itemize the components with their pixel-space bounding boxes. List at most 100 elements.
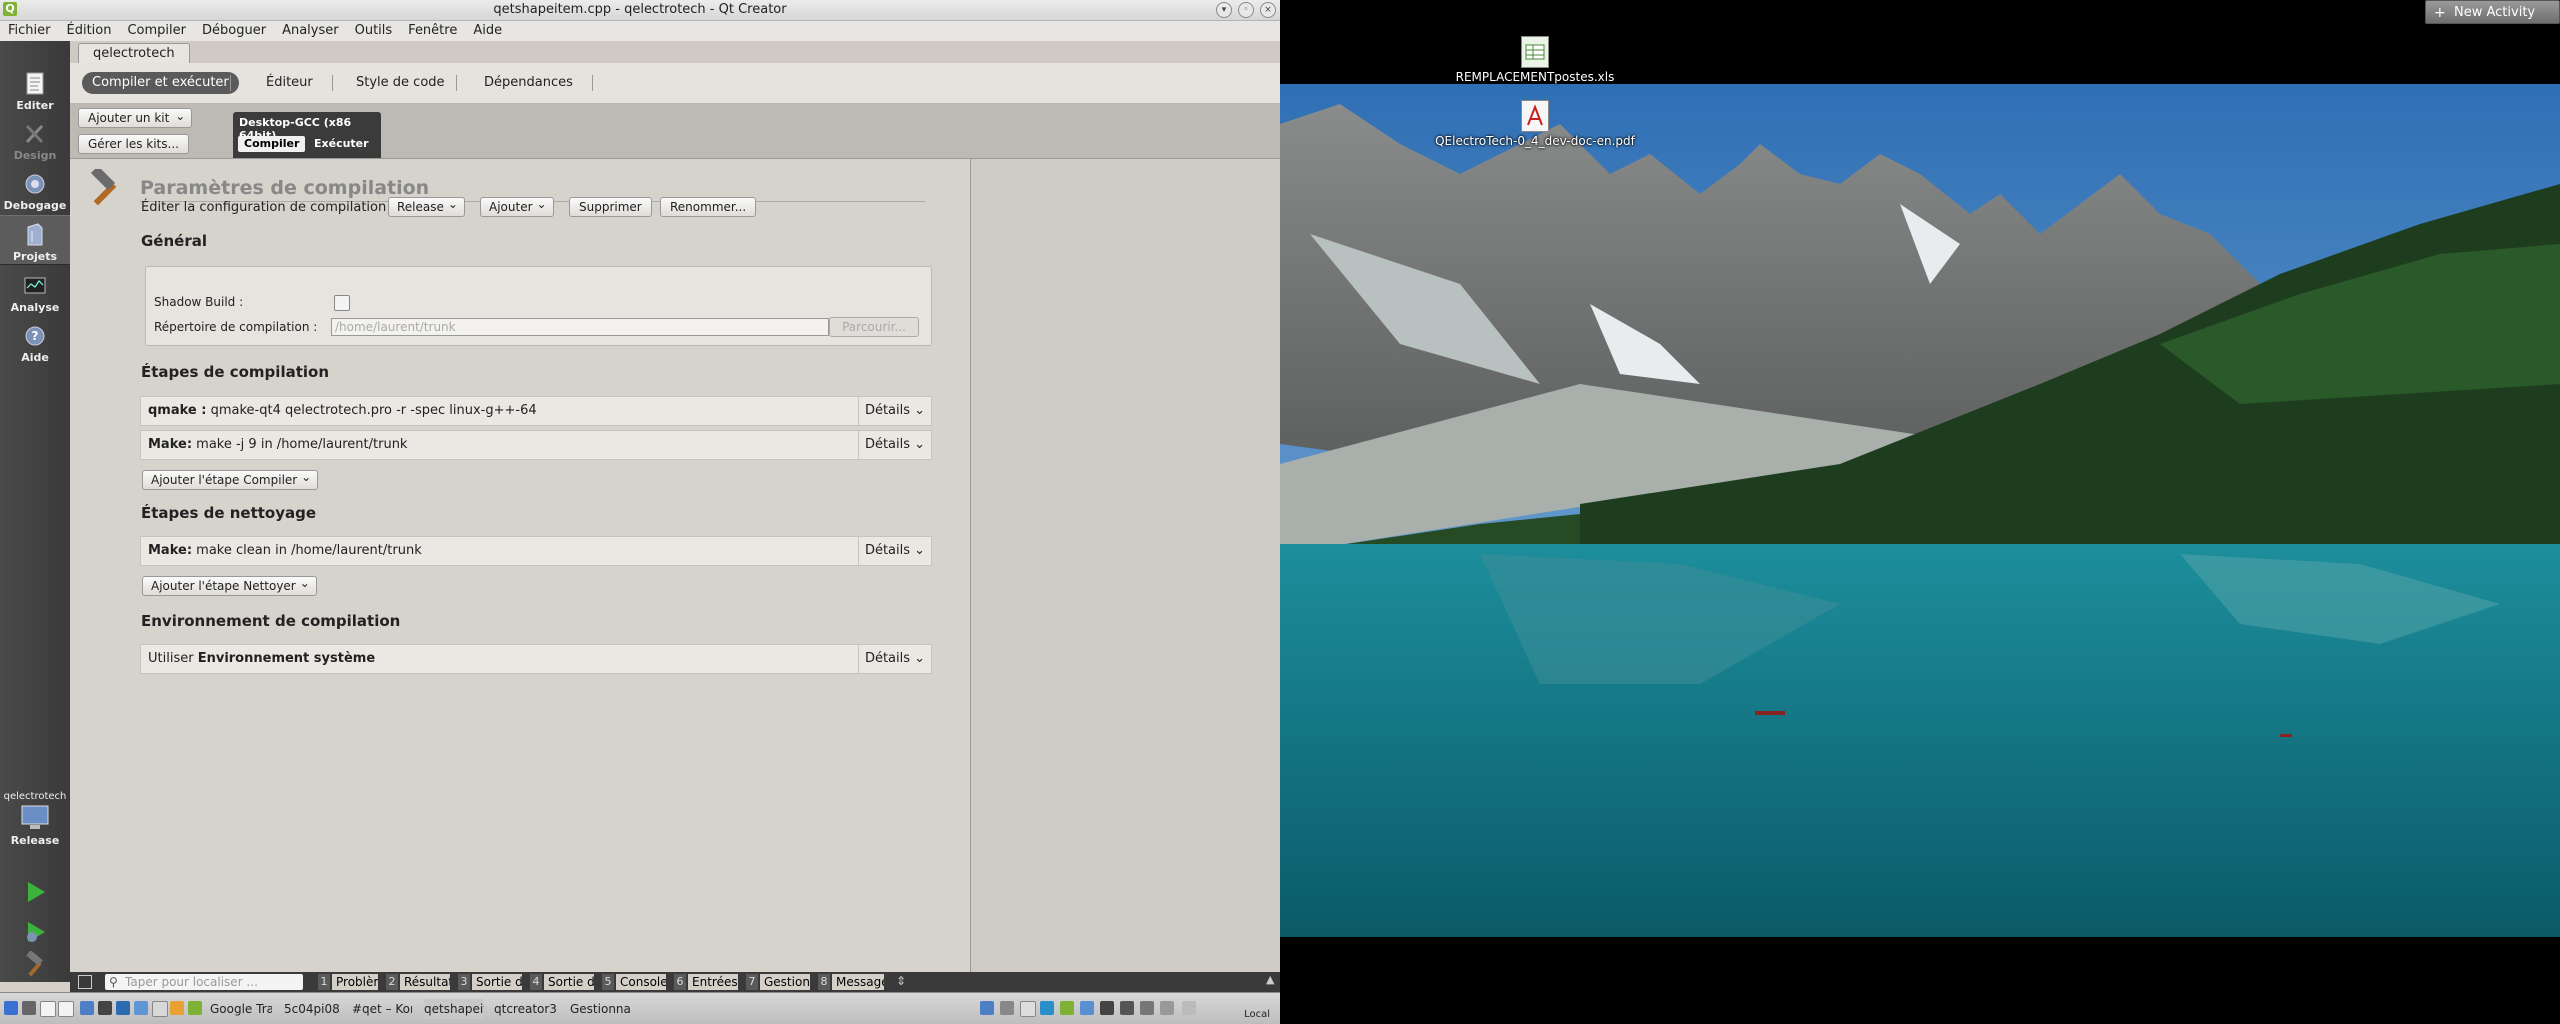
- menu-deboguer[interactable]: Déboguer: [194, 21, 274, 41]
- qtcreator-launcher-icon[interactable]: [188, 1001, 202, 1015]
- close-icon[interactable]: ×: [1260, 2, 1276, 18]
- desktop-icon-spreadsheet[interactable]: REMPLACEMENTpostes.xls: [1430, 36, 1640, 84]
- terminal-icon[interactable]: [98, 1001, 112, 1015]
- mode-design[interactable]: Design: [0, 115, 70, 163]
- kit-tab-run[interactable]: Exécuter: [308, 136, 375, 152]
- clean-step-name: Make:: [148, 543, 193, 558]
- add-kit-button[interactable]: Ajouter un kit ⌄: [78, 108, 193, 128]
- output-tab-version-control[interactable]: 7Gestion de ...: [746, 972, 810, 992]
- tray-user-icon[interactable]: [1182, 1001, 1196, 1015]
- tray-power-icon[interactable]: [1160, 1001, 1174, 1015]
- menu-analyser[interactable]: Analyser: [274, 21, 347, 41]
- output-tab-label: Entrées TO...: [688, 974, 738, 990]
- maximize-icon[interactable]: ◦: [1238, 2, 1254, 18]
- task-qtcreator-active[interactable]: qetshapeit: [424, 999, 484, 1019]
- add-build-step-button[interactable]: Ajouter l'étape Compiler: [142, 468, 319, 490]
- run-icon[interactable]: [20, 877, 50, 907]
- file-manager-icon[interactable]: [80, 1001, 94, 1015]
- menu-fichier[interactable]: Fichier: [0, 21, 59, 41]
- tab-build-run[interactable]: Compiler et exécuter: [82, 72, 239, 94]
- desktop[interactable]: + New Activity REMPLACEMENTpostes.xls QE…: [1280, 0, 2560, 1024]
- web-browser-icon[interactable]: [134, 1001, 148, 1015]
- mode-debug[interactable]: Debogage: [0, 165, 70, 213]
- tray-klipper-icon[interactable]: [1000, 1001, 1014, 1015]
- mode-analyze[interactable]: Analyse: [0, 267, 70, 315]
- maximize-pane-icon[interactable]: ▲: [1266, 973, 1274, 986]
- task-konversation[interactable]: #qet – Kon: [352, 999, 412, 1019]
- sidebar-toggle-icon[interactable]: [78, 975, 92, 989]
- tray-network-icon[interactable]: [980, 1001, 994, 1015]
- firefox-icon[interactable]: [170, 1001, 184, 1015]
- desktop-2-icon[interactable]: [58, 1001, 74, 1017]
- mode-edit[interactable]: Editer: [0, 65, 70, 113]
- konversation-icon[interactable]: [116, 1001, 130, 1015]
- tray-battery-icon[interactable]: [1060, 1001, 1074, 1015]
- tab-code-style[interactable]: Style de code: [346, 72, 455, 94]
- output-tab-search-results[interactable]: 2Résultat de...: [386, 972, 450, 992]
- menu-compiler[interactable]: Compiler: [119, 21, 194, 41]
- target-config: Release: [10, 834, 60, 847]
- tab-separator: [592, 75, 593, 91]
- output-tab-compile-output[interactable]: 4Sortie de c...: [530, 972, 594, 992]
- tray-volume-icon[interactable]: [1120, 1001, 1134, 1015]
- build-step-name: qmake :: [148, 403, 207, 418]
- menubar: Fichier Édition Compiler Déboguer Analys…: [0, 21, 1280, 41]
- details-button[interactable]: Détails ⌄: [858, 645, 931, 673]
- desktop-icon-pdf[interactable]: QElectroTech-0_4_dev-doc-en.pdf: [1430, 100, 1640, 148]
- mode-help[interactable]: ? Aide: [0, 317, 70, 365]
- build-config-combo[interactable]: Release: [388, 195, 465, 217]
- new-activity-button[interactable]: + New Activity: [2425, 0, 2560, 24]
- tray-tools-icon[interactable]: [1100, 1001, 1114, 1015]
- details-button[interactable]: Détails ⌄: [858, 431, 931, 459]
- build-step-summary: qmake : qmake-qt4 qelectrotech.pro -r -s…: [148, 403, 537, 418]
- browse-button[interactable]: Parcourir...: [829, 317, 919, 337]
- output-tab-label: Console QM...: [616, 974, 666, 990]
- minimize-icon[interactable]: ▾: [1216, 2, 1232, 18]
- output-tab-qml-console[interactable]: 5Console QM...: [602, 972, 666, 992]
- output-tabs-scroll-icon[interactable]: ⇕: [896, 974, 906, 988]
- tray-notes-icon[interactable]: [1020, 1001, 1036, 1017]
- mode-projects[interactable]: Projets: [0, 215, 70, 265]
- output-tab-app-output[interactable]: 3Sortie de l'...: [458, 972, 522, 992]
- desktop-1-icon[interactable]: [40, 1001, 56, 1017]
- menu-edition[interactable]: Édition: [59, 21, 120, 41]
- menu-outils[interactable]: Outils: [347, 21, 401, 41]
- details-button[interactable]: Détails ⌄: [858, 397, 931, 425]
- manage-kits-button[interactable]: Gérer les kits...: [78, 134, 189, 154]
- task-image[interactable]: 5c04pi081: [284, 999, 340, 1019]
- rename-config-button[interactable]: Renommer...: [660, 197, 757, 217]
- kit-tab-build[interactable]: Compiler: [238, 136, 306, 152]
- build-dir-field[interactable]: /home/laurent/trunk: [331, 318, 829, 336]
- details-button[interactable]: Détails ⌄: [858, 537, 931, 565]
- build-hammer-icon[interactable]: [20, 951, 50, 981]
- text-editor-icon[interactable]: [152, 1001, 168, 1017]
- task-google-translate[interactable]: Google Tra: [210, 999, 272, 1019]
- locator-input[interactable]: ⚲ Taper pour localiser ...: [105, 974, 303, 990]
- menu-fenetre[interactable]: Fenêtre: [400, 21, 465, 41]
- menu-aide[interactable]: Aide: [465, 21, 510, 41]
- tray-expand-icon[interactable]: [1140, 1001, 1154, 1015]
- mode-edit-label: Editer: [16, 99, 54, 112]
- output-tab-problems[interactable]: 1Problèmes: [318, 972, 378, 992]
- add-config-button[interactable]: Ajouter: [480, 195, 554, 217]
- tray-update-icon[interactable]: [1040, 1001, 1054, 1015]
- tray-bluetooth-icon[interactable]: [1080, 1001, 1094, 1015]
- kit-target-selector[interactable]: qelectrotech Release: [0, 791, 70, 861]
- task-file-manager[interactable]: Gestionnai: [570, 999, 632, 1019]
- tab-dependencies[interactable]: Dépendances: [474, 72, 583, 94]
- task-qtcreator3[interactable]: qtcreator3: [494, 999, 556, 1019]
- pager-icon[interactable]: [22, 1001, 36, 1015]
- project-tab[interactable]: qelectrotech: [78, 43, 190, 64]
- env-name: Environnement système: [197, 651, 376, 666]
- output-tab-general-messages[interactable]: 8Messages ...: [818, 972, 884, 992]
- kde-menu-icon[interactable]: [4, 1001, 18, 1015]
- system-taskbar: Google Tra 5c04pi081 #qet – Kon qetshape…: [0, 992, 1280, 1024]
- shadow-build-checkbox[interactable]: [334, 295, 350, 311]
- add-clean-step-button[interactable]: Ajouter l'étape Nettoyer: [142, 574, 317, 596]
- tab-editor[interactable]: Éditeur: [256, 72, 323, 94]
- debug-run-icon[interactable]: [20, 917, 50, 947]
- clock[interactable]: Local: [1244, 1009, 1270, 1020]
- remove-config-button[interactable]: Supprimer: [569, 197, 652, 217]
- window-titlebar[interactable]: Q qetshapeitem.cpp - qelectrotech - Qt C…: [0, 0, 1280, 21]
- output-tab-todo[interactable]: 6Entrées TO...: [674, 972, 738, 992]
